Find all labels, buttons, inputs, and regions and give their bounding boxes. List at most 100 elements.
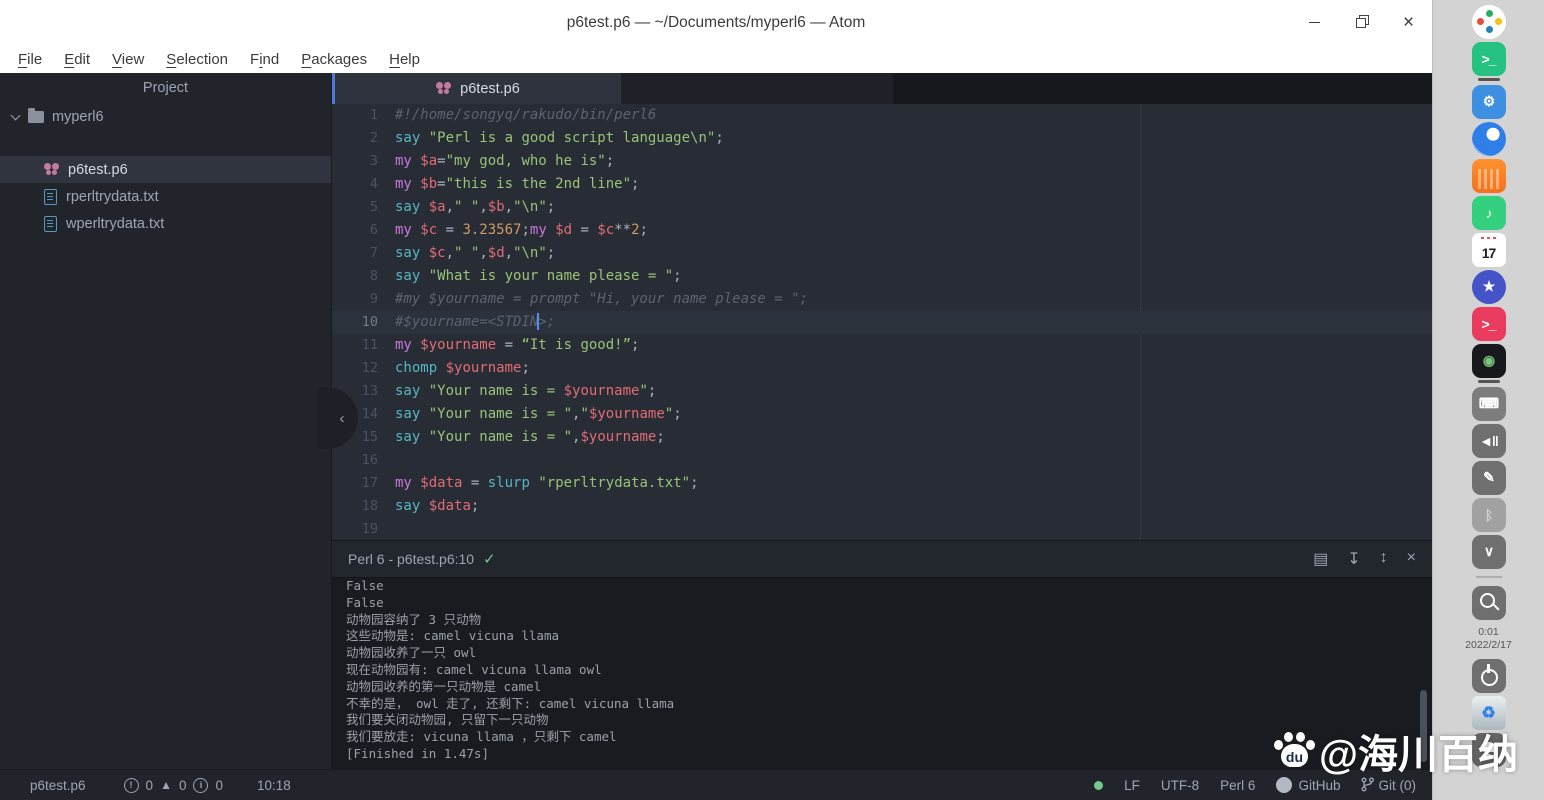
code-line-9[interactable]: 9 #my $yourname = prompt "Hi, your name p… (332, 288, 1432, 311)
menu-packages[interactable]: Packages (290, 51, 378, 68)
menu-view[interactable]: View (101, 51, 155, 68)
minimize-button[interactable] (1291, 0, 1338, 45)
menu-file[interactable]: File (7, 51, 53, 68)
code-content: chomp $yourname; (395, 360, 530, 376)
restore-button[interactable] (1338, 0, 1385, 45)
output-doc-icon[interactable]: ▤ (1313, 549, 1328, 569)
tree-item-p6test.p6[interactable]: p6test.p6 (0, 156, 331, 183)
code-line-17[interactable]: 17 my $data = slurp "rperltrydata.txt"; (332, 472, 1432, 495)
scroll-to-bottom-icon[interactable]: ↧ (1347, 549, 1360, 569)
search-icon[interactable] (1471, 585, 1506, 620)
code-line-1[interactable]: 1 #!/home/songyq/rakudo/bin/perl6 (332, 104, 1432, 127)
music-icon[interactable]: ♪ (1471, 195, 1506, 230)
browser-icon[interactable] (1471, 121, 1506, 156)
chevron-down-icon[interactable]: ∨ (1471, 534, 1506, 569)
code-line-6[interactable]: 6 my $c = 3.23567;my $d = $c**2; (332, 219, 1432, 242)
power-icon[interactable] (1471, 658, 1506, 693)
warning-count: 0 (178, 777, 187, 793)
code-line-3[interactable]: 3 my $a="my god, who he is"; (332, 150, 1432, 173)
code-line-18[interactable]: 18 say $data; (332, 495, 1432, 518)
diagnostics[interactable]: ! 0 ▲ 0 i 0 (123, 777, 223, 793)
line-number: 18 (361, 498, 378, 514)
script-output[interactable]: False False 动物园容纳了 3 只动物 这些动物是: camel vicun… (332, 578, 1432, 770)
line-number: 11 (361, 337, 378, 353)
menu-selection[interactable]: Selection (155, 51, 239, 68)
code-content: #my $yourname = prompt "Hi, your name pl… (395, 291, 809, 307)
chevron-down-icon (10, 110, 21, 121)
menu-find[interactable]: Find (239, 51, 290, 68)
line-number: 6 (369, 222, 378, 238)
code-content: say $data; (395, 498, 480, 514)
line-number: 7 (369, 245, 378, 261)
pen-icon[interactable]: ✎ (1471, 460, 1506, 495)
code-line-19[interactable]: 19 (332, 518, 1432, 540)
app-launcher-icon[interactable] (1471, 4, 1506, 39)
software-center-icon[interactable]: ⚙ (1471, 84, 1506, 119)
terminal-red-icon[interactable]: >_ (1471, 306, 1506, 341)
tree-item-folder[interactable]: myperl6 (0, 103, 331, 130)
line-number: 3 (369, 153, 378, 169)
output-line: 动物园收养了一只 owl (346, 645, 477, 661)
code-content: my $data = slurp "rperltrydata.txt"; (395, 475, 699, 491)
line-ending[interactable]: LF (1124, 778, 1140, 793)
code-content: my $yourname = “It is good!”; (395, 337, 640, 353)
line-number: 16 (361, 452, 378, 468)
code-content: say "Your name is = ",$yourname; (395, 429, 665, 445)
output-panel-actions: ▤ ↧ ↕ × (1313, 549, 1416, 569)
code-line-15[interactable]: 15 say "Your name is = ",$yourname; (332, 426, 1432, 449)
error-circle-icon: ! (123, 777, 139, 793)
tree-item-rperltrydata.txt[interactable]: rperltrydata.txt (0, 183, 331, 210)
code-line-4[interactable]: 4 my $b="this is the 2nd line"; (332, 173, 1432, 196)
output-line: 不幸的是， owl 走了, 还剩下: camel vicuna llama (346, 695, 675, 711)
code-line-5[interactable]: 5 say $a," ",$b,"\n"; (332, 196, 1432, 219)
calendar-icon[interactable]: 17 (1471, 232, 1506, 267)
code-line-12[interactable]: 12 chomp $yourname; (332, 357, 1432, 380)
dock-divider (1475, 576, 1502, 578)
output-line: 我们要关闭动物园, 只留下一只动物 (346, 712, 549, 728)
tree-item-wperltrydata.txt[interactable]: wperltrydata.txt (0, 210, 331, 237)
statusbar-filename[interactable]: p6test.p6 (30, 778, 86, 793)
cursor-position[interactable]: 10:18 (257, 778, 291, 793)
close-button[interactable]: × (1385, 0, 1432, 45)
output-line: [Finished in 1.47s] (346, 745, 489, 761)
menu-help[interactable]: Help (378, 51, 431, 68)
emblem-badge-icon[interactable]: ★ (1471, 269, 1506, 304)
code-line-11[interactable]: 11 my $yourname = “It is good!”; (332, 334, 1432, 357)
line-number: 5 (369, 199, 378, 215)
code-content: say "Perl is a good script language\n"; (395, 130, 724, 146)
grammar[interactable]: Perl 6 (1220, 778, 1255, 793)
atom-editor-icon[interactable]: ◉ (1471, 343, 1506, 378)
code-line-10[interactable]: 10 #$yourname=<STDIN>; (332, 311, 1432, 334)
project-header: Project (142, 80, 189, 96)
code-line-7[interactable]: 7 say $c," ",$d,"\n"; (332, 242, 1432, 265)
line-number: 1 (369, 107, 378, 123)
output-line: False (346, 578, 384, 593)
folder-label: myperl6 (52, 108, 104, 125)
line-number: 8 (369, 268, 378, 284)
code-line-14[interactable]: 14 say "Your name is = ","$yourname"; (332, 403, 1432, 426)
terminal-green-icon[interactable]: >_ (1471, 41, 1506, 76)
code-content: say $a," ",$b,"\n"; (395, 199, 556, 215)
tab-p6test[interactable]: p6test.p6 (335, 73, 621, 104)
text-file-icon (44, 215, 57, 232)
camelia-icon (44, 163, 60, 176)
volume-icon[interactable]: ◄‖ (1471, 423, 1506, 458)
code-line-16[interactable]: 16 (332, 449, 1432, 472)
bluetooth-icon[interactable]: ᛒ (1471, 497, 1506, 532)
keyboard-icon[interactable]: ⌨ (1471, 386, 1506, 421)
baidu-paw-icon: du (1273, 731, 1315, 771)
code-line-2[interactable]: 2 say "Perl is a good script language\n"; (332, 127, 1432, 150)
code-line-13[interactable]: 13 say "Your name is = $yourname"; (332, 380, 1432, 403)
text-editor[interactable]: 1 #!/home/songyq/rakudo/bin/perl6 2 say "Pe… (332, 104, 1432, 540)
menu-edit[interactable]: Edit (53, 51, 101, 68)
app-store-bag-icon[interactable] (1471, 158, 1506, 193)
encoding[interactable]: UTF-8 (1161, 778, 1199, 793)
menu-bar: File Edit View Selection Find Packages Help (0, 45, 1432, 73)
auto-scroll-icon[interactable]: ↕ (1380, 549, 1388, 569)
info-count: 0 (215, 777, 223, 793)
tree-file-list: p6test.p6 rperltrydata.txt wperltrydata.tx… (0, 156, 331, 237)
output-line: 动物园容纳了 3 只动物 (346, 611, 482, 627)
code-line-8[interactable]: 8 say "What is your name please = "; (332, 265, 1432, 288)
code-content: #$yourname=<STDIN>; (395, 313, 556, 330)
close-panel-icon[interactable]: × (1407, 549, 1416, 569)
